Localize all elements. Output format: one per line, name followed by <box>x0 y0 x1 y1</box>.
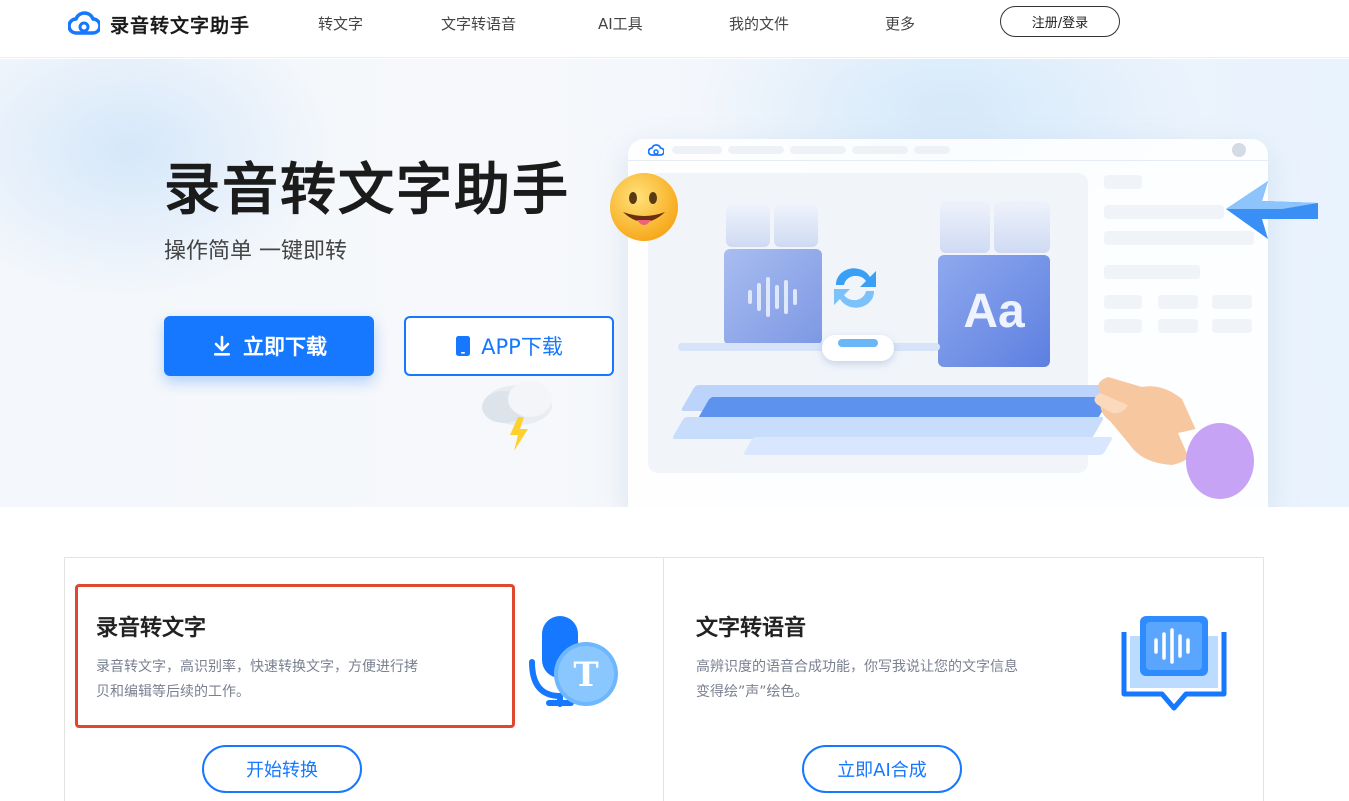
hero-subtitle: 操作简单 一键即转 <box>164 239 347 264</box>
login-button[interactable]: 注册/登录 <box>1000 6 1120 37</box>
folder-cube <box>726 205 770 247</box>
app-download-button[interactable]: APP下载 <box>404 316 614 376</box>
hand-pointer-icon <box>1094 377 1254 499</box>
storm-cloud-icon <box>482 381 552 451</box>
logo[interactable]: 录音转文字助手 <box>68 10 250 38</box>
top-nav-bar: 录音转文字助手 转文字 文字转语音 AI工具 我的文件 更多 注册/登录 <box>0 0 1349 58</box>
nav-ai-tools[interactable]: AI工具 <box>598 13 643 34</box>
document-cube <box>994 201 1050 253</box>
download-button[interactable]: 立即下载 <box>164 316 374 376</box>
text-cube: Aa <box>938 255 1050 367</box>
card-description-line: 高辨识度的语音合成功能，你写我说让您的文字信息 <box>696 659 1018 675</box>
cursor-arrow-icon <box>1226 181 1318 239</box>
book-voice-icon <box>1121 616 1227 711</box>
download-icon <box>214 335 230 356</box>
chat-cube <box>774 205 818 247</box>
card-title: 文字转语音 <box>696 616 807 641</box>
download-button-label: 立即下载 <box>243 335 327 359</box>
text-glyph: Aa <box>963 284 1025 338</box>
flowchart-cube <box>940 201 990 253</box>
keyboard-slab-low <box>671 417 1105 439</box>
logo-text: 录音转文字助手 <box>110 14 251 37</box>
cable <box>678 343 940 351</box>
ai-synthesize-button[interactable]: 立即AI合成 <box>802 745 962 793</box>
connector-puck <box>822 335 894 361</box>
hero-title: 录音转文字助手 <box>164 158 570 223</box>
grinning-face-icon <box>610 173 678 241</box>
card-divider <box>663 557 664 801</box>
nav-text-to-speech[interactable]: 文字转语音 <box>441 13 516 34</box>
text-t-glyph: T <box>573 655 598 695</box>
phone-icon <box>456 336 471 356</box>
convert-arrows-icon <box>834 268 876 308</box>
nav-transcribe[interactable]: 转文字 <box>318 13 363 34</box>
highlight-box <box>75 584 515 728</box>
start-convert-button[interactable]: 开始转换 <box>202 745 362 793</box>
app-download-label: APP下载 <box>481 335 563 359</box>
hero-banner: 录音转文字助手 操作简单 一键即转 立即下载 APP下载 Aa <box>0 59 1349 507</box>
nav-more[interactable]: 更多 <box>885 13 915 34</box>
cloud-mini-icon <box>648 144 664 156</box>
audio-wave-cube <box>724 249 822 345</box>
nav-my-files[interactable]: 我的文件 <box>729 13 789 34</box>
keyboard-slab-front <box>697 397 1111 419</box>
user-avatar-icon <box>1232 143 1246 157</box>
keyboard-slab-base <box>742 437 1114 455</box>
illustration-titlebar <box>628 139 1268 161</box>
microphone-text-icon: T <box>529 616 618 707</box>
sound-wave-icon <box>748 277 797 317</box>
cloud-logo-icon <box>68 11 100 35</box>
card-description-line: 变得绘”声”绘色。 <box>696 684 809 700</box>
